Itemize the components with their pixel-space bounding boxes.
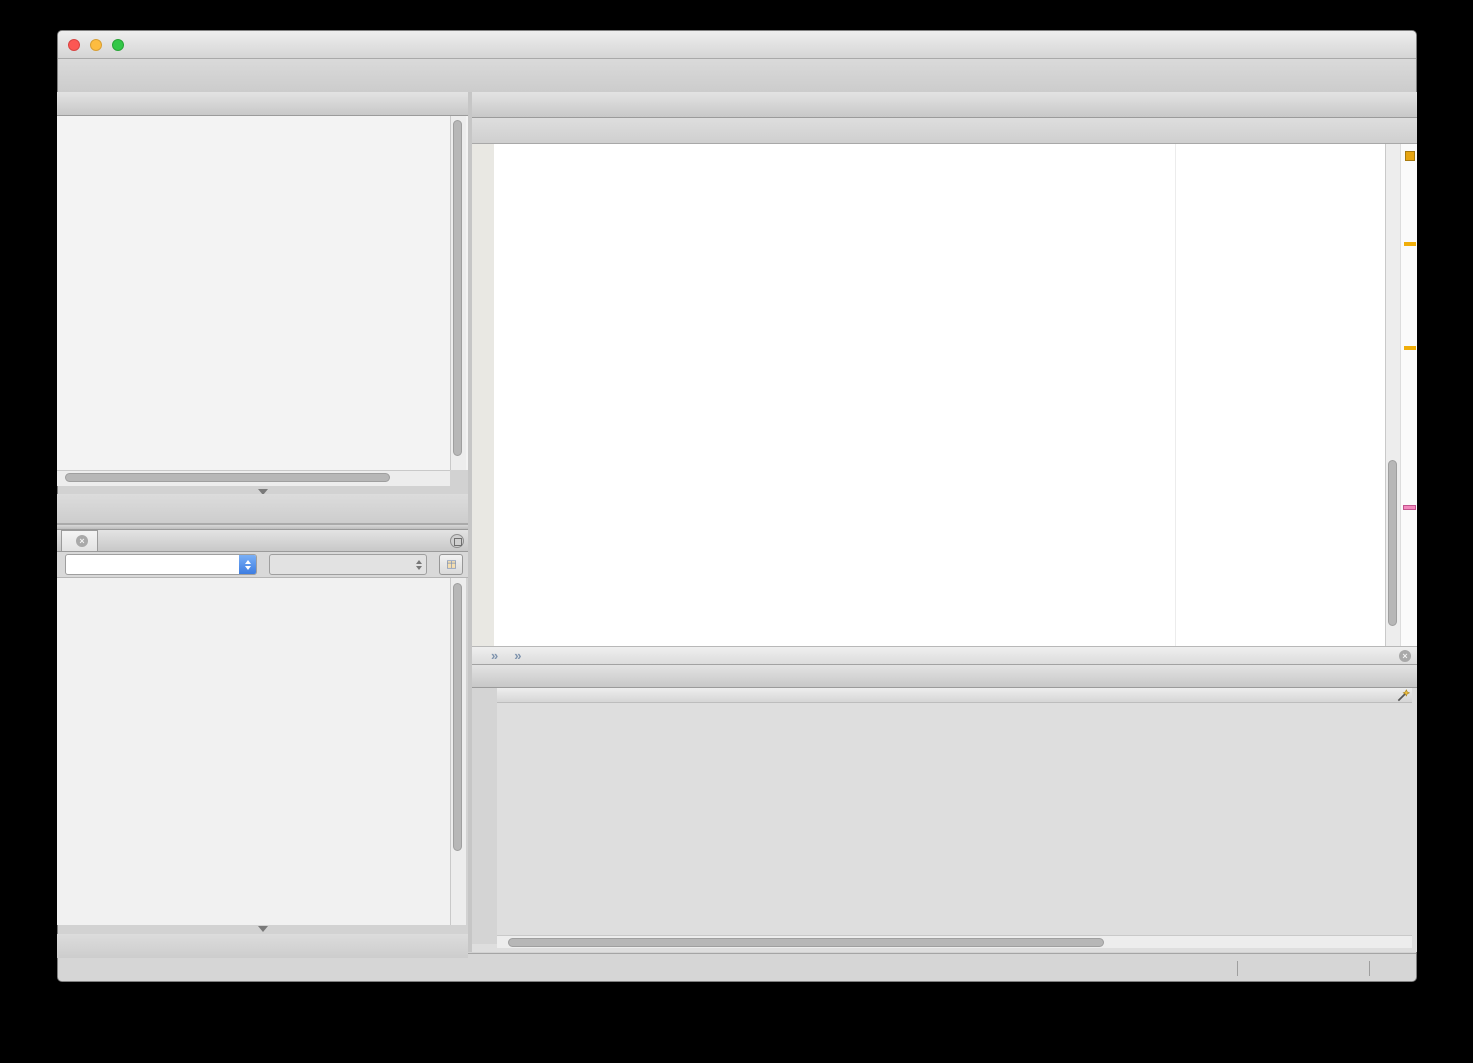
main-toolbar	[58, 59, 1416, 93]
title-bar	[58, 31, 1416, 59]
variables-horizontal-scrollbar[interactable]	[497, 935, 1412, 948]
breadcrumb: » » ×	[472, 646, 1417, 665]
error-stripe-warning-square[interactable]	[1405, 151, 1415, 161]
zoom-window-button[interactable]	[112, 39, 124, 51]
editor-toolbar	[472, 118, 1417, 144]
navigator-members-tree	[57, 578, 450, 925]
error-stripe-warning-mark[interactable]	[1404, 346, 1416, 350]
chevron-right-icon[interactable]: »	[491, 648, 496, 663]
tab-navigator[interactable]: ×	[61, 530, 98, 551]
chevron-updown-icon	[411, 560, 426, 570]
status-separator	[1237, 961, 1238, 976]
minimize-panel-icon[interactable]	[450, 534, 464, 548]
threads-vertical-scrollbar[interactable]	[450, 116, 466, 470]
editor-vertical-scrollbar[interactable]	[1385, 144, 1400, 646]
debugging-window-toolbar	[57, 494, 468, 524]
left-panel-tab-bar	[57, 92, 468, 116]
threads-horizontal-scrollbar[interactable]	[57, 470, 450, 486]
desktop-background: × »	[0, 0, 1473, 1063]
close-icon[interactable]: ×	[1399, 650, 1411, 662]
navigator-controls	[57, 552, 468, 578]
traffic-lights	[68, 39, 124, 51]
watch-table-header	[497, 688, 1412, 703]
code-editor[interactable]	[472, 144, 1385, 646]
bottom-panel-tab-bar	[472, 665, 1417, 688]
minimize-window-button[interactable]	[90, 39, 102, 51]
chevron-updown-icon	[239, 554, 256, 575]
customize-columns-wand-icon[interactable]	[1396, 688, 1411, 703]
variables-panel	[472, 688, 1417, 952]
variables-side-toolbar	[472, 688, 497, 944]
error-stripe[interactable]	[1400, 144, 1417, 646]
error-stripe-warning-mark[interactable]	[1404, 242, 1416, 246]
status-separator	[1369, 961, 1370, 976]
close-window-button[interactable]	[68, 39, 80, 51]
editor-tab-bar	[472, 92, 1417, 118]
chevron-right-icon[interactable]: »	[514, 648, 519, 663]
navigator-columns-button[interactable]	[439, 554, 463, 575]
navigator-vertical-scrollbar[interactable]	[450, 578, 466, 925]
error-stripe-breakpoint-mark[interactable]	[1403, 505, 1416, 510]
debugging-threads-list	[57, 116, 468, 470]
navigator-inheritance-select[interactable]	[269, 554, 427, 575]
navigator-filter-select[interactable]	[65, 554, 257, 575]
navigator-tab-bar: ×	[57, 530, 468, 552]
navigator-filter-toolbar	[57, 934, 468, 958]
close-icon[interactable]: ×	[76, 535, 88, 547]
panel-collapse-grip[interactable]	[258, 926, 268, 932]
